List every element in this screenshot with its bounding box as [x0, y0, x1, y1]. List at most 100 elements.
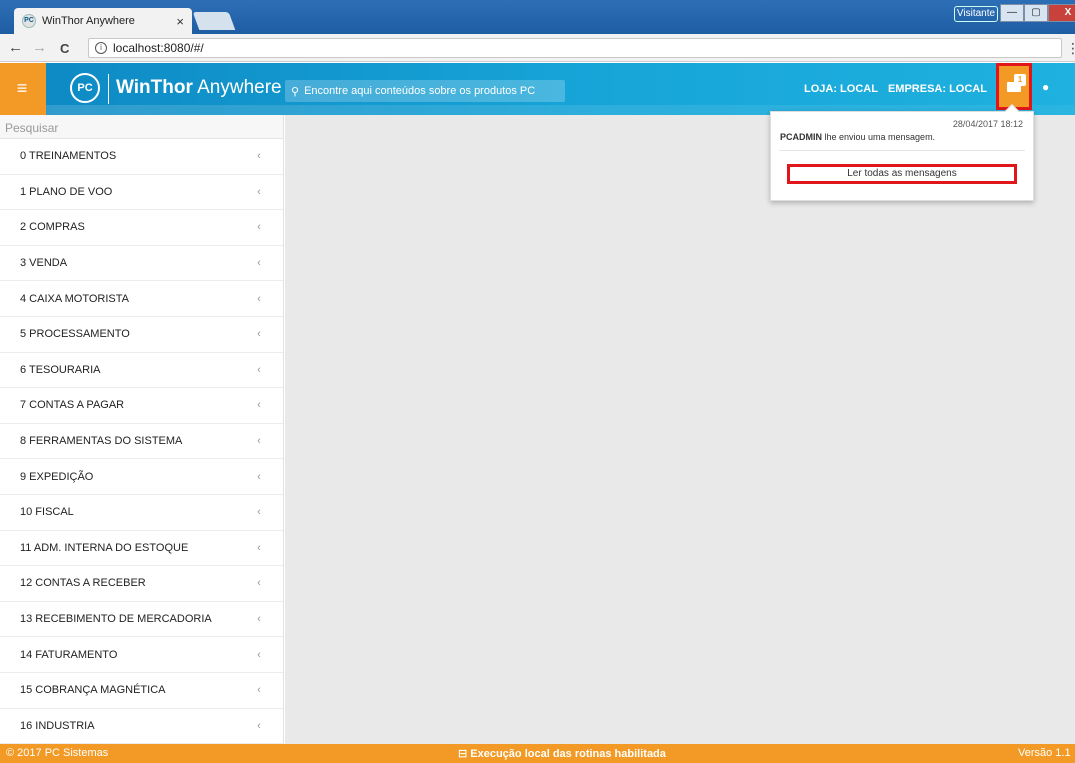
sidebar-search-input[interactable]: Pesquisar	[0, 115, 283, 139]
menu-item-label: 16 INDUSTRIA	[20, 719, 95, 732]
sidebar-menu-item[interactable]: 9 EXPEDIÇÃO ‹	[0, 459, 283, 495]
menu-item-label: 14 FATURAMENTO	[20, 648, 118, 661]
empresa-label: EMPRESA: LOCAL	[887, 83, 987, 95]
reload-icon[interactable]: C	[60, 41, 69, 56]
chevron-left-icon: ‹	[257, 363, 261, 376]
chevron-left-icon: ‹	[257, 719, 261, 732]
chevron-left-icon: ‹	[257, 185, 261, 198]
read-all-messages-button[interactable]: Ler todas as mensagens	[787, 164, 1017, 184]
hamburger-menu-icon[interactable]: ≡	[8, 77, 36, 101]
chevron-left-icon: ‹	[257, 150, 261, 163]
app-header: ≡ PC WinThor Anywhere ⚲ Encontre aqui co…	[0, 63, 1075, 115]
menu-item-label: 9 EXPEDIÇÃO	[20, 470, 94, 483]
main-content-area	[285, 115, 1075, 744]
loja-label: LOJA: LOCAL	[804, 83, 878, 95]
sidebar-menu-item[interactable]: 3 VENDA ‹	[0, 246, 283, 282]
sidebar-menu-item[interactable]: 10 FISCAL ‹	[0, 495, 283, 531]
logo-divider	[108, 74, 109, 104]
chevron-left-icon: ‹	[257, 541, 261, 554]
sidebar-menu-item[interactable]: 6 TESOURARIA ‹	[0, 353, 283, 389]
browser-tab[interactable]: PC WinThor Anywhere ×	[14, 8, 192, 34]
menu-item-label: 8 FERRAMENTAS DO SISTEMA	[20, 435, 183, 448]
brand-light: Anywhere	[192, 77, 282, 98]
minimize-icon[interactable]: —	[1000, 4, 1024, 22]
menu-list: 0 TREINAMENTOS ‹ 1 PLANO DE VOO ‹ 2 COMPRAS ‹…	[0, 139, 283, 744]
address-bar: ← → C i localhost:8080/#/ ⋮	[0, 34, 1075, 62]
tab-close-icon[interactable]: ×	[176, 14, 184, 29]
menu-item-label: 10 FISCAL	[20, 506, 74, 519]
menu-item-label: 15 COBRANÇA MAGNÉTICA	[20, 684, 166, 697]
search-placeholder: Encontre aqui conteúdos sobre os produto…	[304, 85, 536, 97]
dropdown-divider	[779, 150, 1025, 151]
copyright-text: © 2017 PC Sistemas	[6, 747, 109, 759]
messages-dropdown: 28/04/2017 18:12 PCADMIN lhe enviou uma …	[770, 103, 1034, 201]
chevron-left-icon: ‹	[257, 684, 261, 697]
menu-item-label: 4 CAIXA MOTORISTA	[20, 292, 130, 305]
version-text: Versão 1.1	[1018, 747, 1071, 759]
app-brand: WinThor Anywhere	[116, 77, 282, 99]
maximize-icon[interactable]: ▢	[1024, 4, 1048, 22]
menu-item-label: 7 CONTAS A PAGAR	[20, 399, 125, 412]
pc-favicon-icon: PC	[22, 14, 36, 28]
sidebar-menu-item[interactable]: 16 INDUSTRIA ‹	[0, 709, 283, 744]
pc-logo: PC	[70, 73, 100, 103]
sidebar-menu-item[interactable]: 1 PLANO DE VOO ‹	[0, 175, 283, 211]
menu-item-label: 6 TESOURARIA	[20, 363, 101, 376]
chevron-left-icon: ‹	[257, 328, 261, 341]
sidebar-menu-item[interactable]: 0 TREINAMENTOS ‹	[0, 139, 283, 175]
chevron-left-icon: ‹	[257, 470, 261, 483]
menu-item-label: 13 RECEBIMENTO DE MERCADORIA	[20, 613, 212, 626]
sidebar-menu-item[interactable]: 13 RECEBIMENTO DE MERCADORIA ‹	[0, 602, 283, 638]
sidebar-menu-item[interactable]: 2 COMPRAS ‹	[0, 210, 283, 246]
forward-arrow-icon[interactable]: →	[32, 39, 47, 56]
new-tab-button[interactable]	[192, 12, 236, 30]
sidebar-menu-item[interactable]: 11 ADM. INTERNA DO ESTOQUE ‹	[0, 531, 283, 567]
site-info-icon[interactable]: i	[95, 42, 107, 54]
sidebar-menu-item[interactable]: 15 COBRANÇA MAGNÉTICA ‹	[0, 673, 283, 709]
message-text: lhe enviou uma mensagem.	[822, 132, 936, 142]
menu-item-label: 2 COMPRAS	[20, 221, 85, 234]
sidebar-menu-item[interactable]: 12 CONTAS A RECEBER ‹	[0, 566, 283, 602]
message-sender: PCADMIN	[780, 132, 822, 142]
menu-item-label: 12 CONTAS A RECEBER	[20, 577, 146, 590]
brand-bold: WinThor	[116, 77, 193, 98]
messages-button[interactable]: 1	[996, 63, 1032, 110]
menu-item-label: 0 TREINAMENTOS	[20, 150, 117, 163]
menu-item-label: 3 VENDA	[20, 257, 68, 270]
sidebar-menu-item[interactable]: 4 CAIXA MOTORISTA ‹	[0, 281, 283, 317]
browser-menu-icon[interactable]: ⋮	[1066, 40, 1075, 57]
sidebar-menu-item[interactable]: 14 FATURAMENTO ‹	[0, 637, 283, 673]
browser-user-badge[interactable]: Visitante	[954, 6, 998, 22]
menu-item-label: 1 PLANO DE VOO	[20, 185, 113, 198]
message-count-badge: 1	[1014, 74, 1026, 86]
sidebar-menu-item[interactable]: 7 CONTAS A PAGAR ‹	[0, 388, 283, 424]
chevron-left-icon: ‹	[257, 577, 261, 590]
chevron-left-icon: ‹	[257, 257, 261, 270]
sidebar-menu: Pesquisar 0 TREINAMENTOS ‹ 1 PLANO DE VOO ‹…	[0, 115, 284, 744]
url-input[interactable]: i localhost:8080/#/	[88, 38, 1062, 58]
chevron-left-icon: ‹	[257, 435, 261, 448]
chevron-left-icon: ‹	[257, 221, 261, 234]
chevron-left-icon: ‹	[257, 506, 261, 519]
user-icon[interactable]: ●	[1042, 80, 1049, 94]
sidebar-menu-item[interactable]: 5 PROCESSAMENTO ‹	[0, 317, 283, 353]
sidebar-menu-item[interactable]: 8 FERRAMENTAS DO SISTEMA ‹	[0, 424, 283, 460]
message-date: 28/04/2017 18:12	[952, 119, 1023, 129]
window-controls: — ▢ X	[1000, 4, 1075, 22]
close-window-icon[interactable]: X	[1048, 4, 1075, 22]
menu-item-label: 5 PROCESSAMENTO	[20, 328, 130, 341]
menu-item-label: 11 ADM. INTERNA DO ESTOQUE	[20, 541, 189, 554]
back-arrow-icon[interactable]: ←	[8, 39, 23, 56]
url-text: localhost:8080/#/	[113, 41, 204, 55]
chevron-left-icon: ‹	[257, 292, 261, 305]
chevron-left-icon: ‹	[257, 648, 261, 661]
app-footer: © 2017 PC Sistemas ⊟ Execução local das …	[0, 744, 1075, 763]
browser-title-bar: PC WinThor Anywhere × Visitante — ▢ X	[0, 0, 1075, 34]
search-icon: ⚲	[291, 85, 300, 98]
tab-title: WinThor Anywhere	[42, 15, 135, 27]
local-execution-status: ⊟ Execução local das rotinas habilitada	[458, 748, 666, 760]
store-company-info: LOJA: LOCAL EMPRESA: LOCAL	[804, 83, 987, 95]
content-search-input[interactable]: ⚲ Encontre aqui conteúdos sobre os produ…	[285, 80, 565, 102]
message-item[interactable]: PCADMIN lhe enviou uma mensagem.	[780, 132, 935, 142]
chevron-left-icon: ‹	[257, 613, 261, 626]
